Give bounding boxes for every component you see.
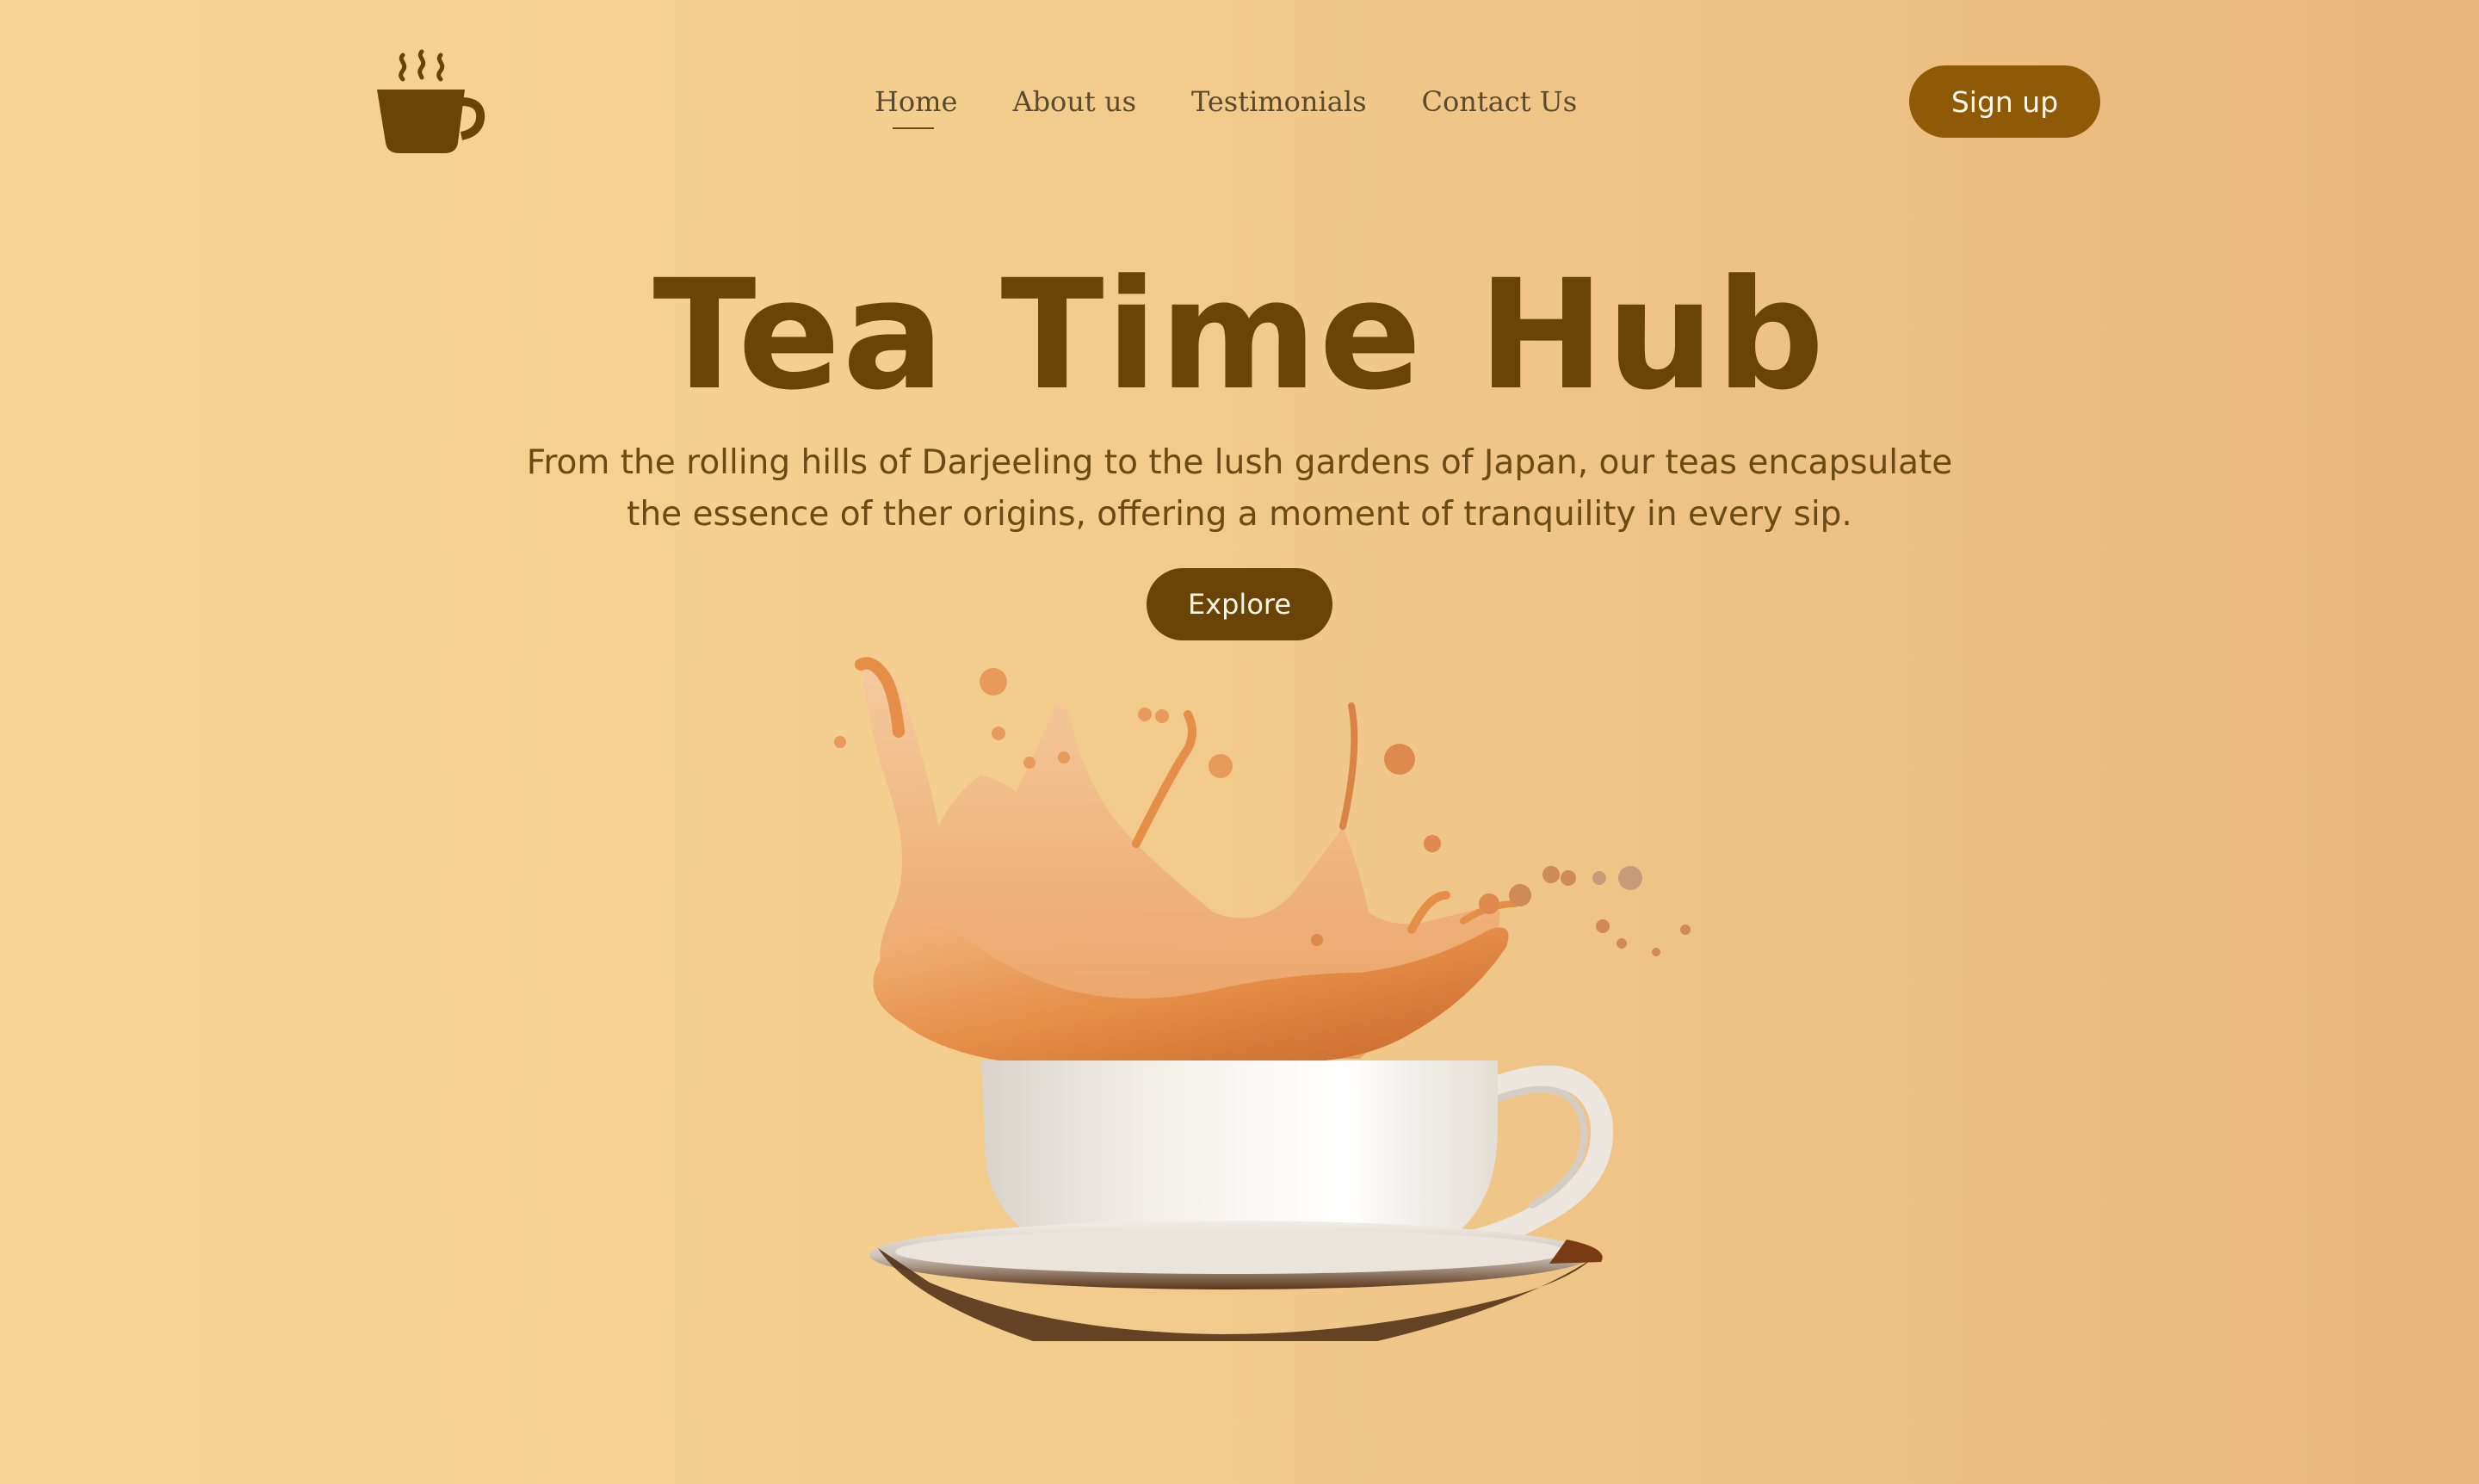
- signup-button[interactable]: Sign up: [1909, 65, 2100, 138]
- hero-subtitle: From the rolling hills of Darjeeling to …: [482, 437, 1997, 541]
- nav-contact-link[interactable]: Contact Us: [1421, 83, 1577, 121]
- tea-splash-cup-image: [834, 657, 1691, 1341]
- tea-cup-logo-icon[interactable]: [375, 46, 487, 158]
- hero-subtitle-line-1: From the rolling hills of Darjeeling to …: [526, 443, 1953, 482]
- nav-home-link[interactable]: Home: [875, 83, 957, 129]
- hero-subtitle-line-2: the essence of ther origins, offering a …: [627, 495, 1852, 534]
- nav-testimonials-link[interactable]: Testimonials: [1191, 83, 1367, 121]
- landing-page: Home About us Testimonials Contact Us Si…: [0, 0, 2479, 1484]
- explore-button[interactable]: Explore: [1147, 568, 1332, 640]
- hero-title: Tea Time Hub: [652, 247, 1827, 424]
- main-nav: Home About us Testimonials Contact Us: [875, 83, 1577, 129]
- nav-about-link[interactable]: About us: [1012, 83, 1136, 121]
